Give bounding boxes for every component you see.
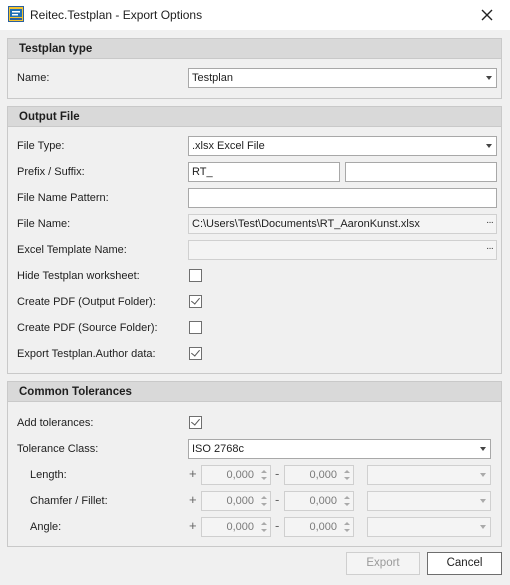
file-name-value: C:\Users\Test\Documents\RT_AaronKunst.xl… bbox=[192, 218, 420, 230]
pdf-source-label: Create PDF (Source Folder): bbox=[17, 322, 158, 334]
length-fit-dropdown[interactable] bbox=[367, 465, 491, 485]
spin-up-icon[interactable] bbox=[344, 496, 350, 499]
file-type-value: .xlsx Excel File bbox=[192, 140, 265, 152]
chamfer-fillet-label: Chamfer / Fillet: bbox=[30, 495, 108, 507]
file-name-pattern-label: File Name Pattern: bbox=[17, 192, 109, 204]
chamfer-minus-value: 0,000 bbox=[309, 495, 337, 507]
tolerance-class-dropdown[interactable]: ISO 2768c bbox=[188, 439, 491, 459]
angle-plus-value: 0,000 bbox=[226, 521, 254, 533]
pdf-output-checkbox[interactable] bbox=[189, 295, 202, 308]
file-type-dropdown[interactable]: .xlsx Excel File bbox=[188, 136, 497, 156]
plus-sign: + bbox=[189, 466, 197, 481]
name-value: Testplan bbox=[192, 72, 233, 84]
tolerances-group: Common Tolerances Add tolerances: Tolera… bbox=[7, 381, 502, 547]
testplan-type-group: Testplan type Name: Testplan bbox=[7, 38, 502, 99]
angle-plus-spinner[interactable]: 0,000 bbox=[201, 517, 271, 537]
name-dropdown[interactable]: Testplan bbox=[188, 68, 497, 88]
length-minus-spinner[interactable]: 0,000 bbox=[284, 465, 354, 485]
chamfer-plus-spinner[interactable]: 0,000 bbox=[201, 491, 271, 511]
excel-template-input[interactable]: ··· bbox=[188, 240, 497, 260]
angle-minus-value: 0,000 bbox=[309, 521, 337, 533]
length-plus-spinner[interactable]: 0,000 bbox=[201, 465, 271, 485]
browse-icon[interactable]: ··· bbox=[486, 215, 494, 232]
chevron-down-icon bbox=[480, 473, 486, 477]
chamfer-plus-value: 0,000 bbox=[226, 495, 254, 507]
angle-fit-dropdown[interactable] bbox=[367, 517, 491, 537]
spin-up-icon[interactable] bbox=[344, 470, 350, 473]
spin-down-icon[interactable] bbox=[261, 529, 267, 532]
prefix-suffix-label: Prefix / Suffix: bbox=[17, 166, 85, 178]
spin-down-icon[interactable] bbox=[344, 503, 350, 506]
chevron-down-icon bbox=[486, 76, 492, 80]
minus-sign: - bbox=[275, 518, 280, 533]
add-tolerances-checkbox[interactable] bbox=[189, 416, 202, 429]
file-name-pattern-input[interactable] bbox=[188, 188, 497, 208]
length-plus-value: 0,000 bbox=[226, 469, 254, 481]
chamfer-fit-dropdown[interactable] bbox=[367, 491, 491, 511]
excel-template-label: Excel Template Name: bbox=[17, 244, 127, 256]
spin-down-icon[interactable] bbox=[344, 477, 350, 480]
length-minus-value: 0,000 bbox=[309, 469, 337, 481]
pdf-source-checkbox[interactable] bbox=[189, 321, 202, 334]
close-icon[interactable] bbox=[478, 6, 496, 24]
length-label: Length: bbox=[30, 469, 67, 481]
spin-down-icon[interactable] bbox=[261, 477, 267, 480]
chevron-down-icon bbox=[480, 525, 486, 529]
angle-minus-spinner[interactable]: 0,000 bbox=[284, 517, 354, 537]
name-label: Name: bbox=[17, 72, 50, 84]
export-button[interactable]: Export bbox=[346, 552, 420, 575]
spin-up-icon[interactable] bbox=[261, 522, 267, 525]
hide-worksheet-label: Hide Testplan worksheet: bbox=[17, 270, 140, 282]
prefix-value: RT_ bbox=[192, 166, 213, 178]
spin-down-icon[interactable] bbox=[344, 529, 350, 532]
spin-down-icon[interactable] bbox=[261, 503, 267, 506]
cancel-button[interactable]: Cancel bbox=[427, 552, 502, 575]
output-file-group: Output File File Type: .xlsx Excel File … bbox=[7, 106, 502, 374]
title-bar: Reitec.Testplan - Export Options bbox=[0, 0, 510, 30]
file-name-label: File Name: bbox=[17, 218, 71, 230]
minus-sign: - bbox=[275, 466, 280, 481]
prefix-input[interactable]: RT_ bbox=[188, 162, 340, 182]
pdf-output-label: Create PDF (Output Folder): bbox=[17, 296, 156, 308]
file-name-input[interactable]: C:\Users\Test\Documents\RT_AaronKunst.xl… bbox=[188, 214, 497, 234]
export-author-checkbox[interactable] bbox=[189, 347, 202, 360]
chamfer-minus-spinner[interactable]: 0,000 bbox=[284, 491, 354, 511]
add-tolerances-label: Add tolerances: bbox=[17, 417, 94, 429]
group-header-testplan-type: Testplan type bbox=[8, 39, 501, 59]
chevron-down-icon bbox=[486, 144, 492, 148]
angle-label: Angle: bbox=[30, 521, 62, 533]
spin-up-icon[interactable] bbox=[344, 522, 350, 525]
group-header-output-file: Output File bbox=[8, 107, 501, 127]
app-icon bbox=[8, 6, 24, 22]
minus-sign: - bbox=[275, 492, 280, 507]
chevron-down-icon bbox=[480, 499, 486, 503]
window-title: Reitec.Testplan - Export Options bbox=[30, 8, 203, 22]
export-author-label: Export Testplan.Author data: bbox=[17, 348, 156, 360]
chevron-down-icon bbox=[480, 447, 486, 451]
spin-up-icon[interactable] bbox=[261, 470, 267, 473]
suffix-input[interactable] bbox=[345, 162, 497, 182]
plus-sign: + bbox=[189, 518, 197, 533]
spin-up-icon[interactable] bbox=[261, 496, 267, 499]
hide-worksheet-checkbox[interactable] bbox=[189, 269, 202, 282]
tolerance-class-value: ISO 2768c bbox=[192, 443, 244, 455]
file-type-label: File Type: bbox=[17, 140, 65, 152]
group-header-tolerances: Common Tolerances bbox=[8, 382, 501, 402]
plus-sign: + bbox=[189, 492, 197, 507]
tolerance-class-label: Tolerance Class: bbox=[17, 443, 99, 455]
browse-icon[interactable]: ··· bbox=[486, 241, 494, 258]
